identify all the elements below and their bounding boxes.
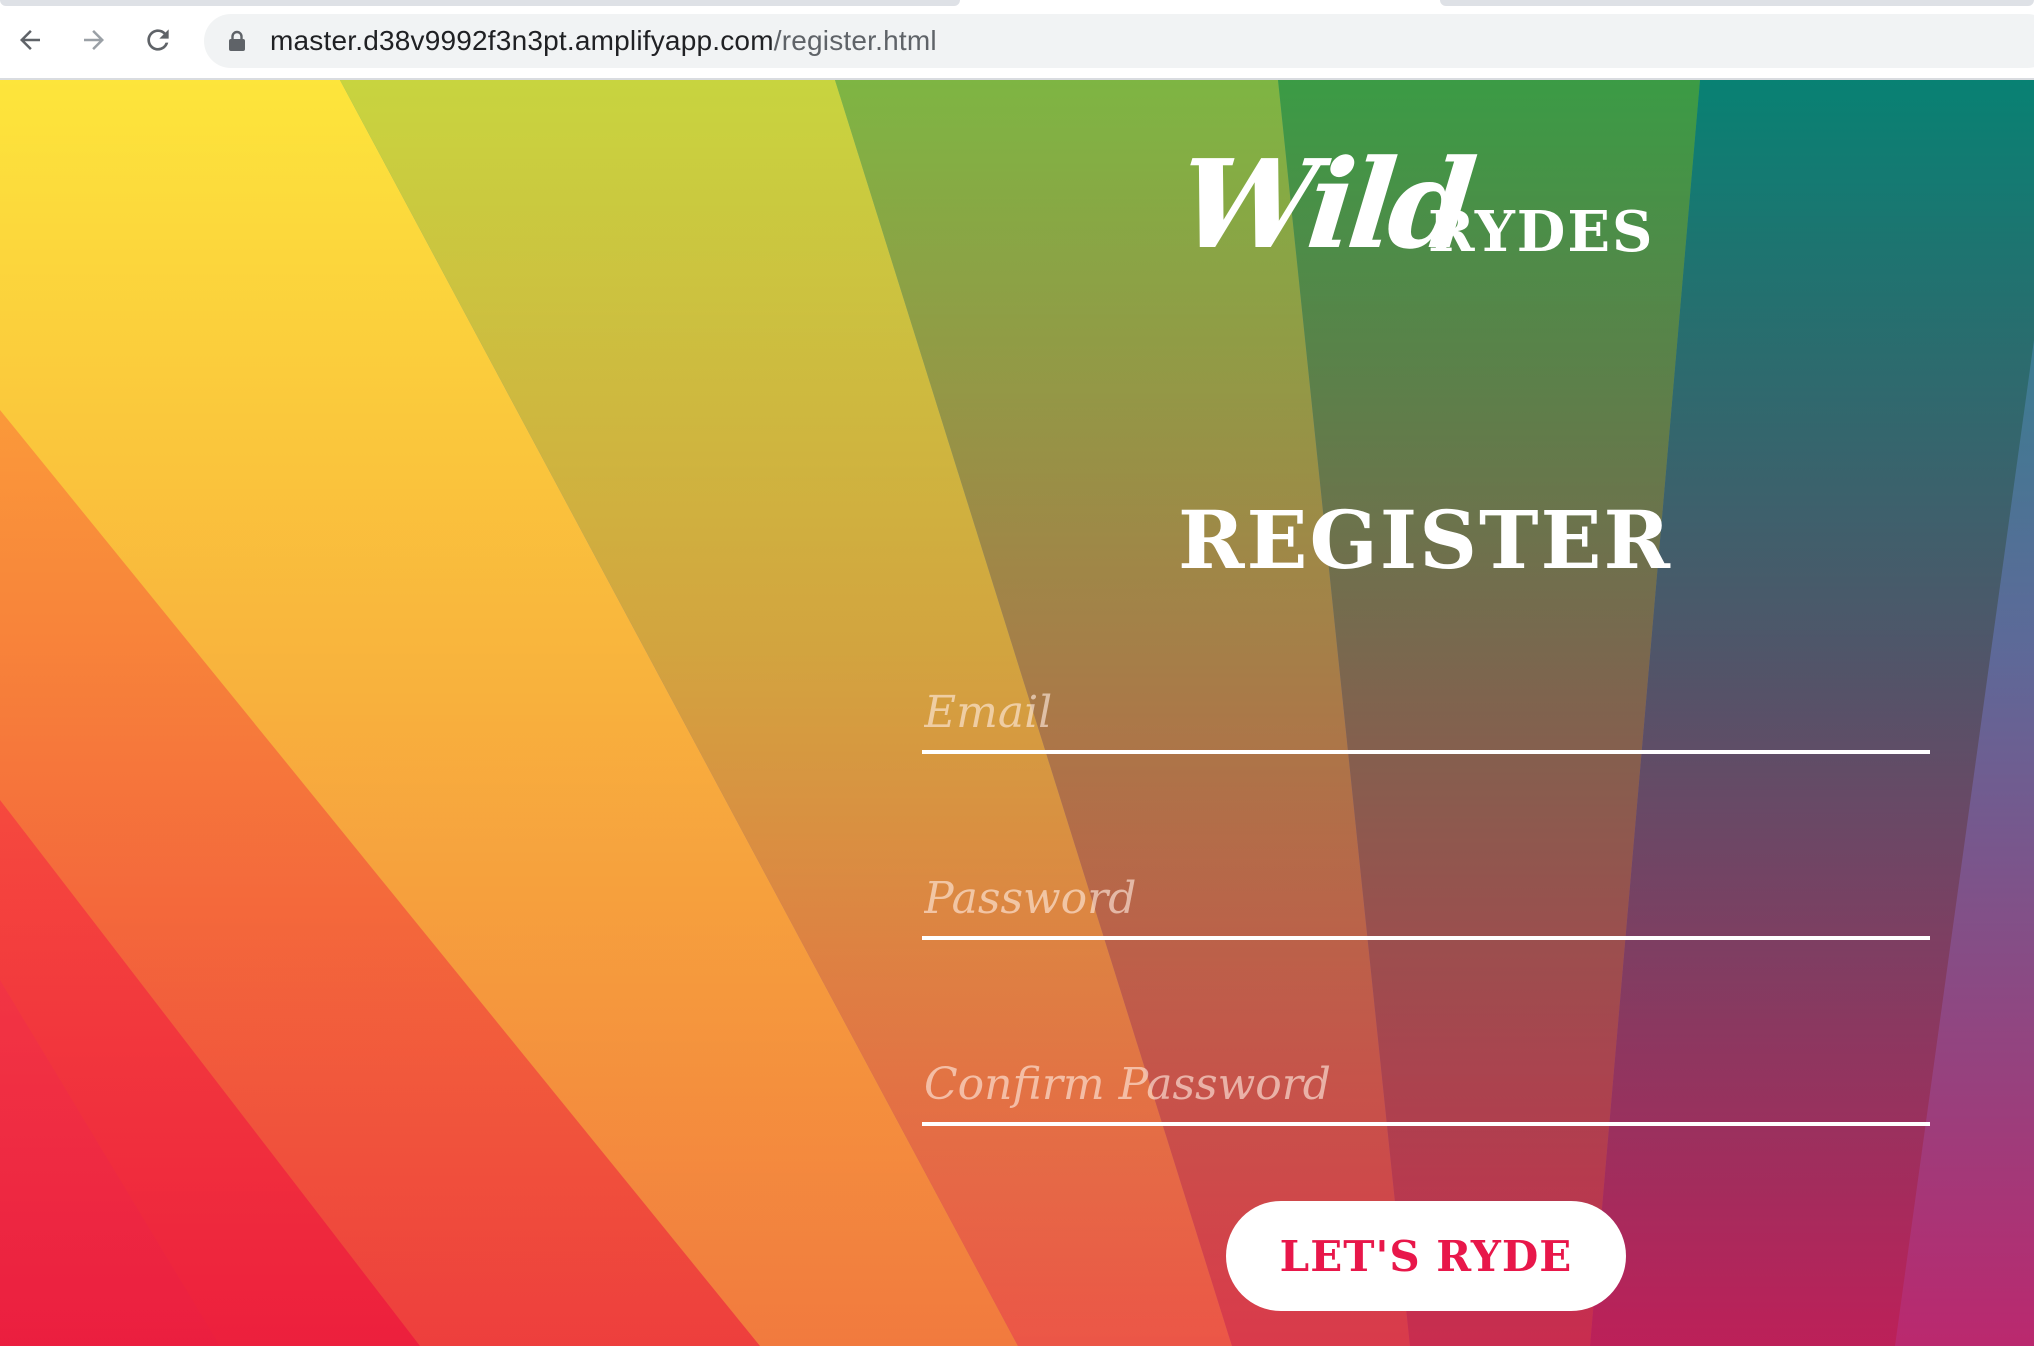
tab-strip-right <box>1440 0 2034 6</box>
register-page: Wild RYDES REGISTER LET'S RYDE <box>0 80 2034 1346</box>
url-text: master.d38v9992f3n3pt.amplifyapp.com/reg… <box>270 26 937 56</box>
page-title: REGISTER <box>1178 493 1672 587</box>
reload-button[interactable] <box>136 18 180 62</box>
address-bar[interactable]: master.d38v9992f3n3pt.amplifyapp.com/reg… <box>204 14 2034 68</box>
back-button[interactable] <box>8 18 52 62</box>
lets-ryde-button[interactable]: LET'S RYDE <box>1226 1201 1626 1311</box>
forward-button[interactable] <box>72 18 116 62</box>
browser-toolbar: master.d38v9992f3n3pt.amplifyapp.com/reg… <box>0 0 2034 80</box>
email-field[interactable] <box>922 674 1930 754</box>
wild-rydes-logo[interactable]: Wild RYDES <box>1172 132 1680 284</box>
url-path: /register.html <box>773 25 937 56</box>
lock-icon <box>229 30 245 51</box>
back-arrow-icon <box>20 30 40 50</box>
password-field[interactable] <box>922 860 1930 940</box>
reload-icon <box>147 29 169 51</box>
url-host: master.d38v9992f3n3pt.amplifyapp.com <box>270 25 774 56</box>
logo-caps-text: RYDES <box>1428 199 1655 265</box>
tab-strip <box>0 0 960 6</box>
confirm-password-field[interactable] <box>922 1046 1930 1126</box>
forward-arrow-icon <box>84 30 104 50</box>
